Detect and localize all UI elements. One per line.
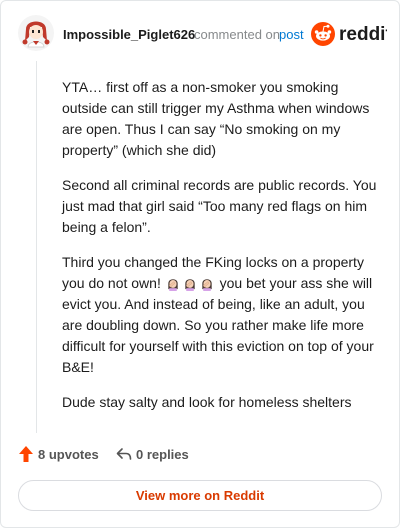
woman-facepalming-emoji <box>185 279 195 291</box>
thread-line <box>36 61 37 433</box>
comment-paragraph-2: Second all criminal records are public r… <box>62 177 377 235</box>
comment-paragraph-4: Dude stay salty and look for homeless sh… <box>62 394 352 410</box>
woman-facepalming-emoji <box>202 279 212 291</box>
comment-footer: 8 upvotes 0 replies <box>18 445 378 465</box>
upvote-count: 8 upvotes <box>38 447 99 462</box>
comment-paragraph-1: YTA… first off as a non-smoker you smoki… <box>62 79 370 158</box>
reply-count[interactable]: 0 replies <box>136 447 189 462</box>
reddit-wordmark: reddit <box>339 24 387 45</box>
reply-arrow-icon[interactable] <box>116 447 132 461</box>
comment-paragraph-3: Third you changed the FKing locks on a p… <box>62 252 382 378</box>
commented-on-label: commented on <box>194 27 280 42</box>
user-avatar-icon[interactable] <box>18 15 54 51</box>
post-link[interactable]: post <box>279 27 304 42</box>
reddit-logo-icon[interactable]: reddit <box>311 21 387 47</box>
comment-header: Impossible_Piglet626 commented on post r… <box>1 1 399 65</box>
comment-card: Impossible_Piglet626 commented on post r… <box>0 0 400 528</box>
comment-body: YTA… first off as a non-smoker you smoki… <box>62 77 382 427</box>
woman-facepalming-emoji <box>168 279 178 291</box>
view-more-on-reddit-button[interactable]: View more on Reddit <box>18 480 382 511</box>
username[interactable]: Impossible_Piglet626 <box>63 27 195 42</box>
upvote-arrow-icon[interactable] <box>18 445 34 463</box>
